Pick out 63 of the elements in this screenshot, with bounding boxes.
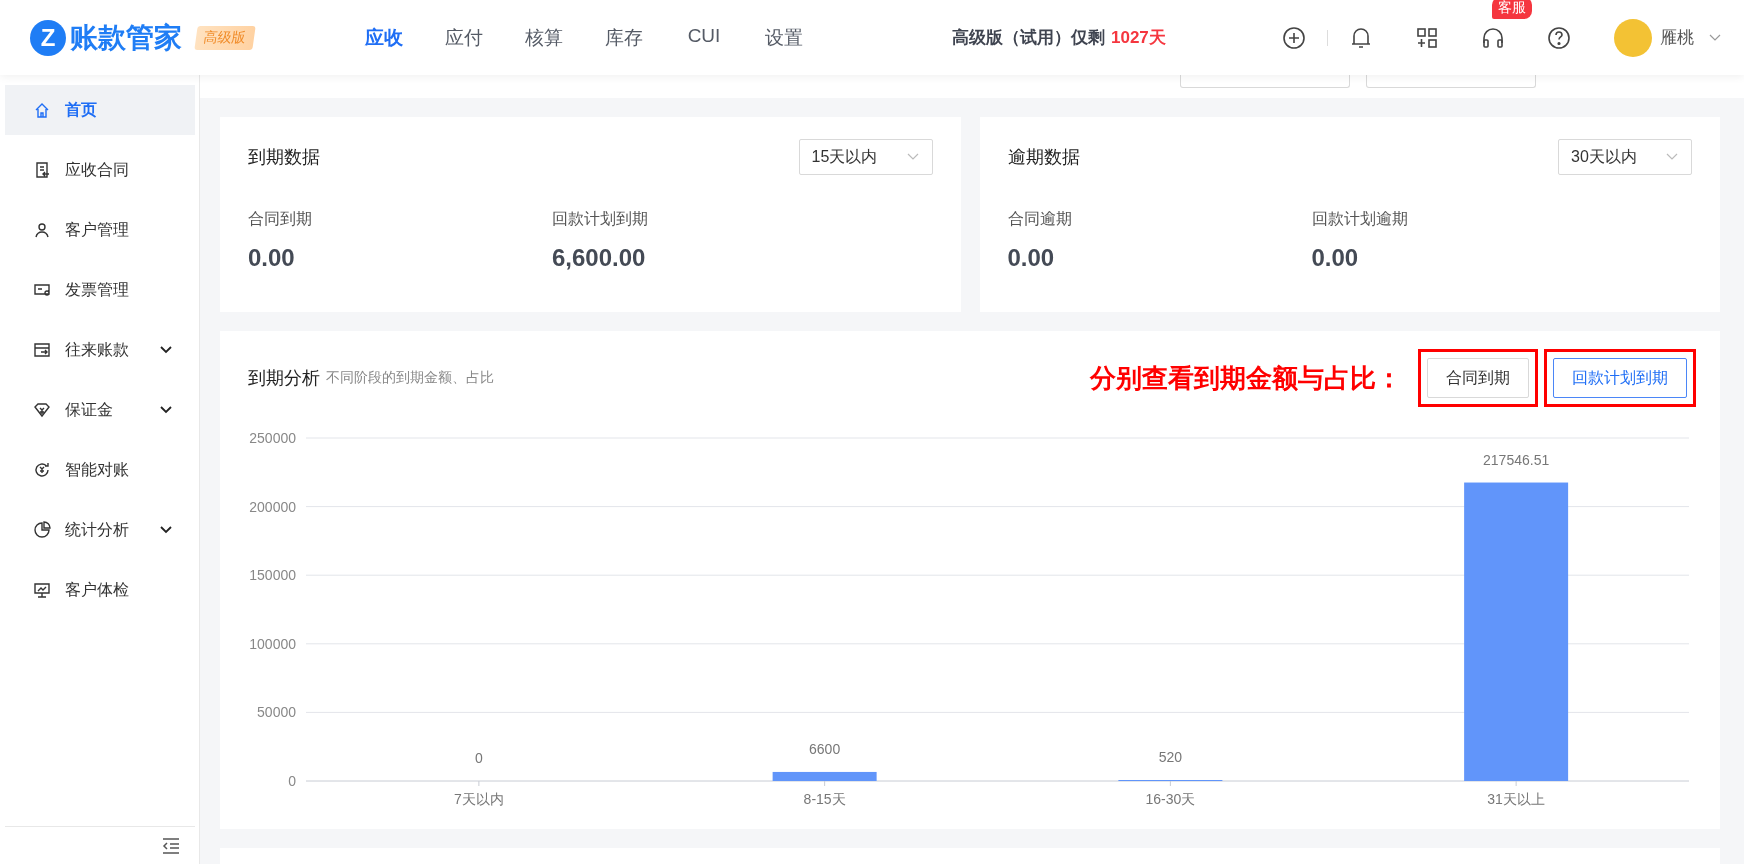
y-axis-label: 100000: [249, 635, 296, 652]
metric-value: 0.00: [1007, 244, 1056, 273]
toggle-button[interactable]: 回款计划到期: [1553, 358, 1687, 399]
toggle-button[interactable]: 合同到期: [1427, 358, 1529, 399]
y-axis-label: 250000: [249, 430, 296, 447]
x-axis-label: 7天以内: [454, 791, 504, 808]
menu-item-icon: [33, 401, 51, 419]
sidebar-item[interactable]: 客户体检: [5, 565, 195, 615]
y-axis-label: 200000: [249, 498, 296, 515]
nav-tab[interactable]: CUI: [664, 24, 744, 51]
section-subtitle: 不同阶段的到期金额、占比: [326, 369, 494, 388]
metric-label: 回款计划到期: [552, 209, 649, 230]
metric-value: 6,600.00: [552, 244, 647, 273]
sidebar-item[interactable]: 首页: [5, 85, 195, 135]
card-title: 到期数据: [248, 146, 320, 170]
app-name: 账款管家: [70, 20, 182, 55]
y-axis-label: 50000: [257, 704, 296, 721]
x-axis-label: 31天以上: [1487, 791, 1545, 808]
range-select[interactable]: 30天以内: [1558, 139, 1692, 176]
nav-tab[interactable]: 设置: [744, 24, 824, 51]
metric-value: 0.00: [1311, 244, 1360, 273]
sidebar-item[interactable]: 保证金: [5, 385, 195, 435]
data-label: 6600: [809, 741, 841, 757]
menu-item-icon: [33, 101, 51, 119]
support-badge: 客服: [1492, 0, 1532, 19]
sidebar-item[interactable]: 智能对账: [5, 445, 195, 495]
menu-item-icon: [33, 161, 51, 179]
menu-item-icon: [33, 521, 51, 539]
metric-label: 合同逾期: [1007, 209, 1073, 230]
sidebar-item[interactable]: 往来账款: [5, 325, 195, 375]
data-label: 217546.51: [1483, 451, 1550, 468]
plan-badge: 高级版: [194, 25, 256, 50]
collapse-menu-icon[interactable]: [161, 836, 181, 855]
sidebar-item[interactable]: 发票管理: [5, 265, 195, 315]
metric-value: 0.00: [248, 244, 296, 273]
sidebar-item[interactable]: 应收合同: [5, 145, 195, 195]
menu-item-icon: [33, 581, 51, 599]
menu-item-icon: [33, 341, 51, 359]
nav-tab[interactable]: 应付: [424, 24, 504, 51]
menu-item-icon: [33, 221, 51, 239]
annotation-text: 分别查看到期金额与占比：: [1090, 362, 1402, 395]
sidebar-item[interactable]: 客户管理: [5, 205, 195, 255]
card-title: 逾期数据: [1007, 146, 1080, 170]
nav-tab[interactable]: 应收: [344, 24, 424, 51]
x-axis-label: 8-15天: [803, 791, 846, 808]
menu-item-icon: [33, 281, 51, 299]
section-title: 到期分析: [248, 367, 320, 391]
x-axis-label: 16-30天: [1145, 791, 1196, 808]
y-axis-label: 0: [288, 773, 296, 790]
menu-item-icon: [33, 461, 51, 479]
sidebar-item[interactable]: 统计分析: [5, 505, 195, 555]
nav-tab[interactable]: 库存: [584, 24, 664, 51]
user-name[interactable]: 雁桃: [1660, 26, 1694, 49]
metric-label: 回款计划逾期: [1311, 209, 1409, 230]
data-label: 0: [475, 750, 483, 767]
logo-mark: Z: [30, 19, 66, 56]
nav-tab[interactable]: 核算: [504, 24, 584, 51]
y-axis-label: 150000: [249, 567, 296, 584]
trial-text: 高级版（试用）仅剩: [952, 27, 1105, 49]
range-select[interactable]: 15天以内: [798, 139, 933, 176]
metric-label: 合同到期: [248, 209, 313, 230]
data-label: 520: [1158, 749, 1183, 766]
trial-days: 1027天: [1111, 26, 1166, 49]
